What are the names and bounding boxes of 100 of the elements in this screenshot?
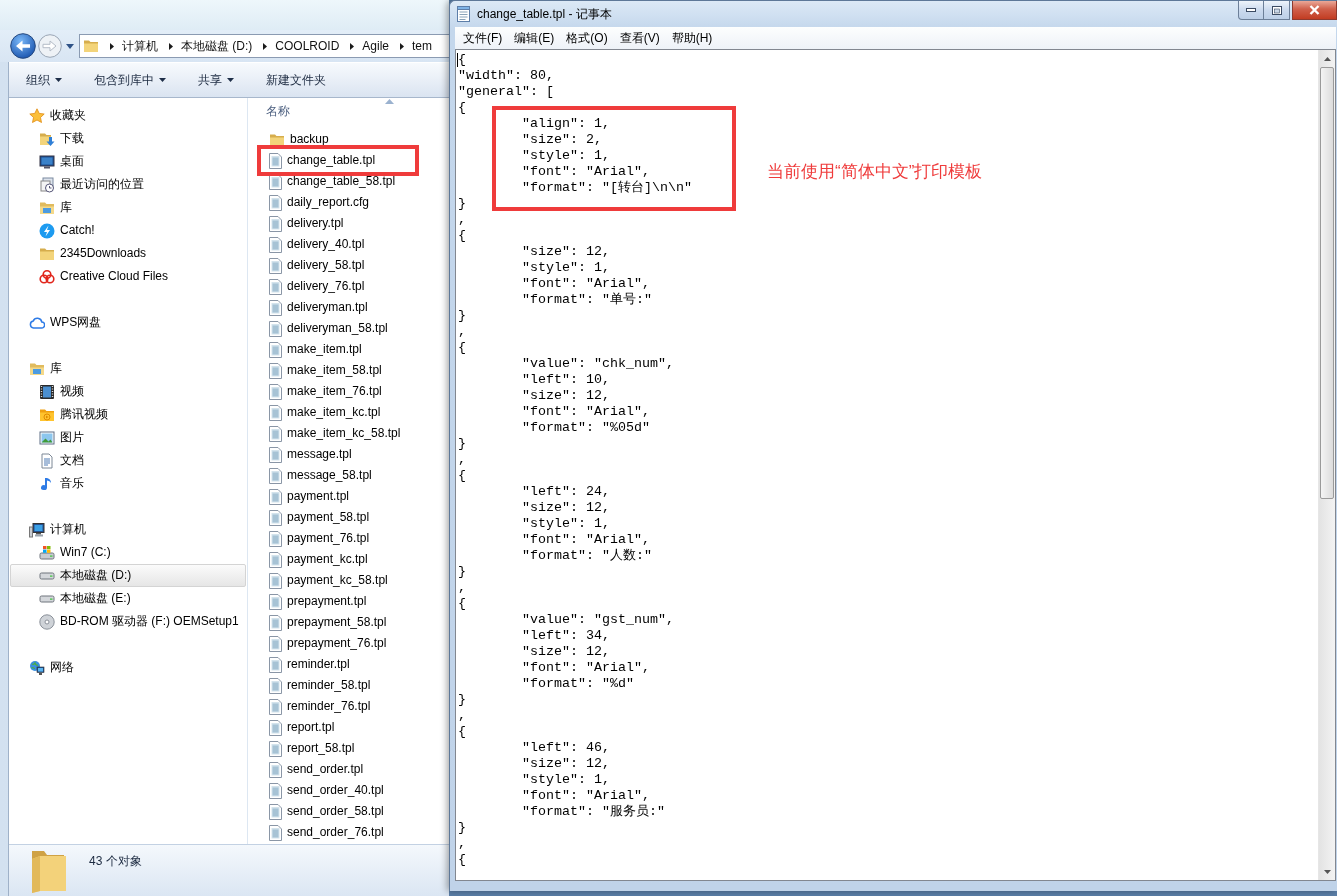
code-line: "general": [: [458, 84, 554, 100]
file-item[interactable]: send_order_58.tpl: [248, 801, 448, 822]
nav-item[interactable]: WPS网盘: [10, 311, 246, 334]
file-item[interactable]: payment_kc_58.tpl: [248, 570, 448, 591]
annotation-text: 当前使用“简体中文”打印模板: [767, 162, 983, 182]
nav-item[interactable]: 最近访问的位置: [10, 173, 246, 196]
file-item[interactable]: report_58.tpl: [248, 738, 448, 759]
toolbar-button[interactable]: 共享: [190, 68, 242, 92]
toolbar-button[interactable]: 组织: [18, 68, 70, 92]
separator-arrow-icon[interactable]: [400, 42, 405, 50]
breadcrumb-item[interactable]: 计算机: [122, 35, 158, 57]
file-item[interactable]: backup: [248, 129, 448, 150]
file-item[interactable]: message_58.tpl: [248, 465, 448, 486]
nav-item[interactable]: 本地磁盘 (E:): [10, 587, 246, 610]
file-item[interactable]: daily_report.cfg: [248, 192, 448, 213]
nav-item[interactable]: 本地磁盘 (D:): [10, 564, 246, 587]
file-item[interactable]: payment.tpl: [248, 486, 448, 507]
nav-item[interactable]: 库: [10, 196, 246, 219]
file-icon: [269, 740, 282, 757]
document-icon: [39, 452, 55, 469]
nav-item[interactable]: Catch!: [10, 219, 246, 242]
picture-icon: [39, 429, 55, 446]
separator-arrow-icon[interactable]: [350, 42, 355, 50]
nav-item[interactable]: 音乐: [10, 472, 246, 495]
menu-item[interactable]: 文件(F): [457, 27, 509, 49]
nav-item[interactable]: 计算机: [10, 518, 246, 541]
breadcrumb-item[interactable]: tem: [412, 35, 433, 57]
nav-item[interactable]: 下载: [10, 127, 246, 150]
nav-item[interactable]: 图片: [10, 426, 246, 449]
nav-item[interactable]: 网络: [10, 656, 246, 679]
file-item[interactable]: make_item_kc.tpl: [248, 402, 448, 423]
breadcrumb-item[interactable]: COOLROID: [275, 35, 340, 57]
nav-item[interactable]: 桌面: [10, 150, 246, 173]
scrollbar-track[interactable]: [1318, 50, 1335, 880]
menu-item[interactable]: 查看(V): [613, 27, 666, 49]
menu-item[interactable]: 编辑(E): [508, 27, 561, 49]
file-item[interactable]: make_item_58.tpl: [248, 360, 448, 381]
nav-item[interactable]: Creative Cloud Files: [10, 265, 246, 288]
file-item[interactable]: change_table.tpl: [248, 150, 448, 171]
code-line: "font": "Arial",: [521, 660, 650, 676]
file-item[interactable]: make_item_kc_58.tpl: [248, 423, 448, 444]
code-line: {: [458, 724, 466, 740]
file-item[interactable]: payment_76.tpl: [248, 528, 448, 549]
window-title: change_table.tpl - 记事本: [477, 6, 612, 22]
file-item[interactable]: make_item.tpl: [248, 339, 448, 360]
code-line: "font": "Arial",: [521, 788, 650, 804]
maximize-button[interactable]: [1264, 1, 1290, 20]
breadcrumb-item[interactable]: Agile: [362, 35, 390, 57]
breadcrumb-item[interactable]: 本地磁盘 (D:): [181, 35, 253, 57]
code-line: "value": "chk_num",: [521, 356, 674, 372]
close-button[interactable]: [1292, 1, 1337, 20]
back-button[interactable]: [10, 33, 36, 59]
toolbar-button[interactable]: 包含到库中: [86, 68, 174, 92]
nav-item[interactable]: 视频: [10, 380, 246, 403]
code-line: "format": "[转台]\n\n": [521, 180, 692, 196]
file-item[interactable]: prepayment_58.tpl: [248, 612, 448, 633]
file-item[interactable]: prepayment_76.tpl: [248, 633, 448, 654]
nav-item[interactable]: Win7 (C:): [10, 541, 246, 564]
file-icon: [269, 236, 282, 253]
file-item[interactable]: delivery.tpl: [248, 213, 448, 234]
file-item[interactable]: reminder_76.tpl: [248, 696, 448, 717]
nav-item[interactable]: 收藏夹: [10, 104, 246, 127]
menu-item[interactable]: 格式(O): [560, 27, 614, 49]
code-line: ,: [458, 580, 466, 596]
scroll-thumb[interactable]: [1320, 67, 1334, 499]
code-line: "size": 12,: [521, 388, 610, 404]
file-icon: [269, 425, 282, 442]
file-icon: [269, 530, 282, 547]
file-item[interactable]: delivery_76.tpl: [248, 276, 448, 297]
file-item[interactable]: reminder.tpl: [248, 654, 448, 675]
separator-arrow-icon[interactable]: [169, 42, 173, 50]
file-item[interactable]: delivery_58.tpl: [248, 255, 448, 276]
nav-item[interactable]: 文档: [10, 449, 246, 472]
file-item[interactable]: report.tpl: [248, 717, 448, 738]
file-item[interactable]: send_order_40.tpl: [248, 780, 448, 801]
code-line: "format": "%d": [521, 676, 634, 692]
nav-item[interactable]: 腾讯视频: [10, 403, 246, 426]
file-item[interactable]: change_table_58.tpl: [248, 171, 448, 192]
file-item[interactable]: prepayment.tpl: [248, 591, 448, 612]
file-item[interactable]: message.tpl: [248, 444, 448, 465]
nav-item[interactable]: BD-ROM 驱动器 (F:) OEMSetup1: [10, 610, 246, 633]
file-icon: [269, 152, 282, 169]
file-item[interactable]: delivery_40.tpl: [248, 234, 448, 255]
file-item[interactable]: send_order_76.tpl: [248, 822, 448, 843]
file-item[interactable]: deliveryman_58.tpl: [248, 318, 448, 339]
file-item[interactable]: reminder_58.tpl: [248, 675, 448, 696]
toolbar-button[interactable]: 新建文件夹: [258, 68, 334, 92]
file-item[interactable]: make_item_76.tpl: [248, 381, 448, 402]
file-item[interactable]: deliveryman.tpl: [248, 297, 448, 318]
minimize-button[interactable]: [1238, 1, 1264, 20]
file-item[interactable]: payment_kc.tpl: [248, 549, 448, 570]
separator-arrow-icon[interactable]: [263, 42, 268, 50]
nav-item[interactable]: 2345Downloads: [10, 242, 246, 265]
address-bar[interactable]: 计算机 本地磁盘 (D:) COOLROID Agile tem: [79, 34, 449, 58]
separator-arrow-icon[interactable]: [110, 42, 114, 50]
menu-item[interactable]: 帮助(H): [665, 27, 719, 49]
file-item[interactable]: send_order.tpl: [248, 759, 448, 780]
nav-item[interactable]: 库: [10, 357, 246, 380]
code-line: "format": "服务员:": [521, 804, 665, 820]
file-item[interactable]: payment_58.tpl: [248, 507, 448, 528]
